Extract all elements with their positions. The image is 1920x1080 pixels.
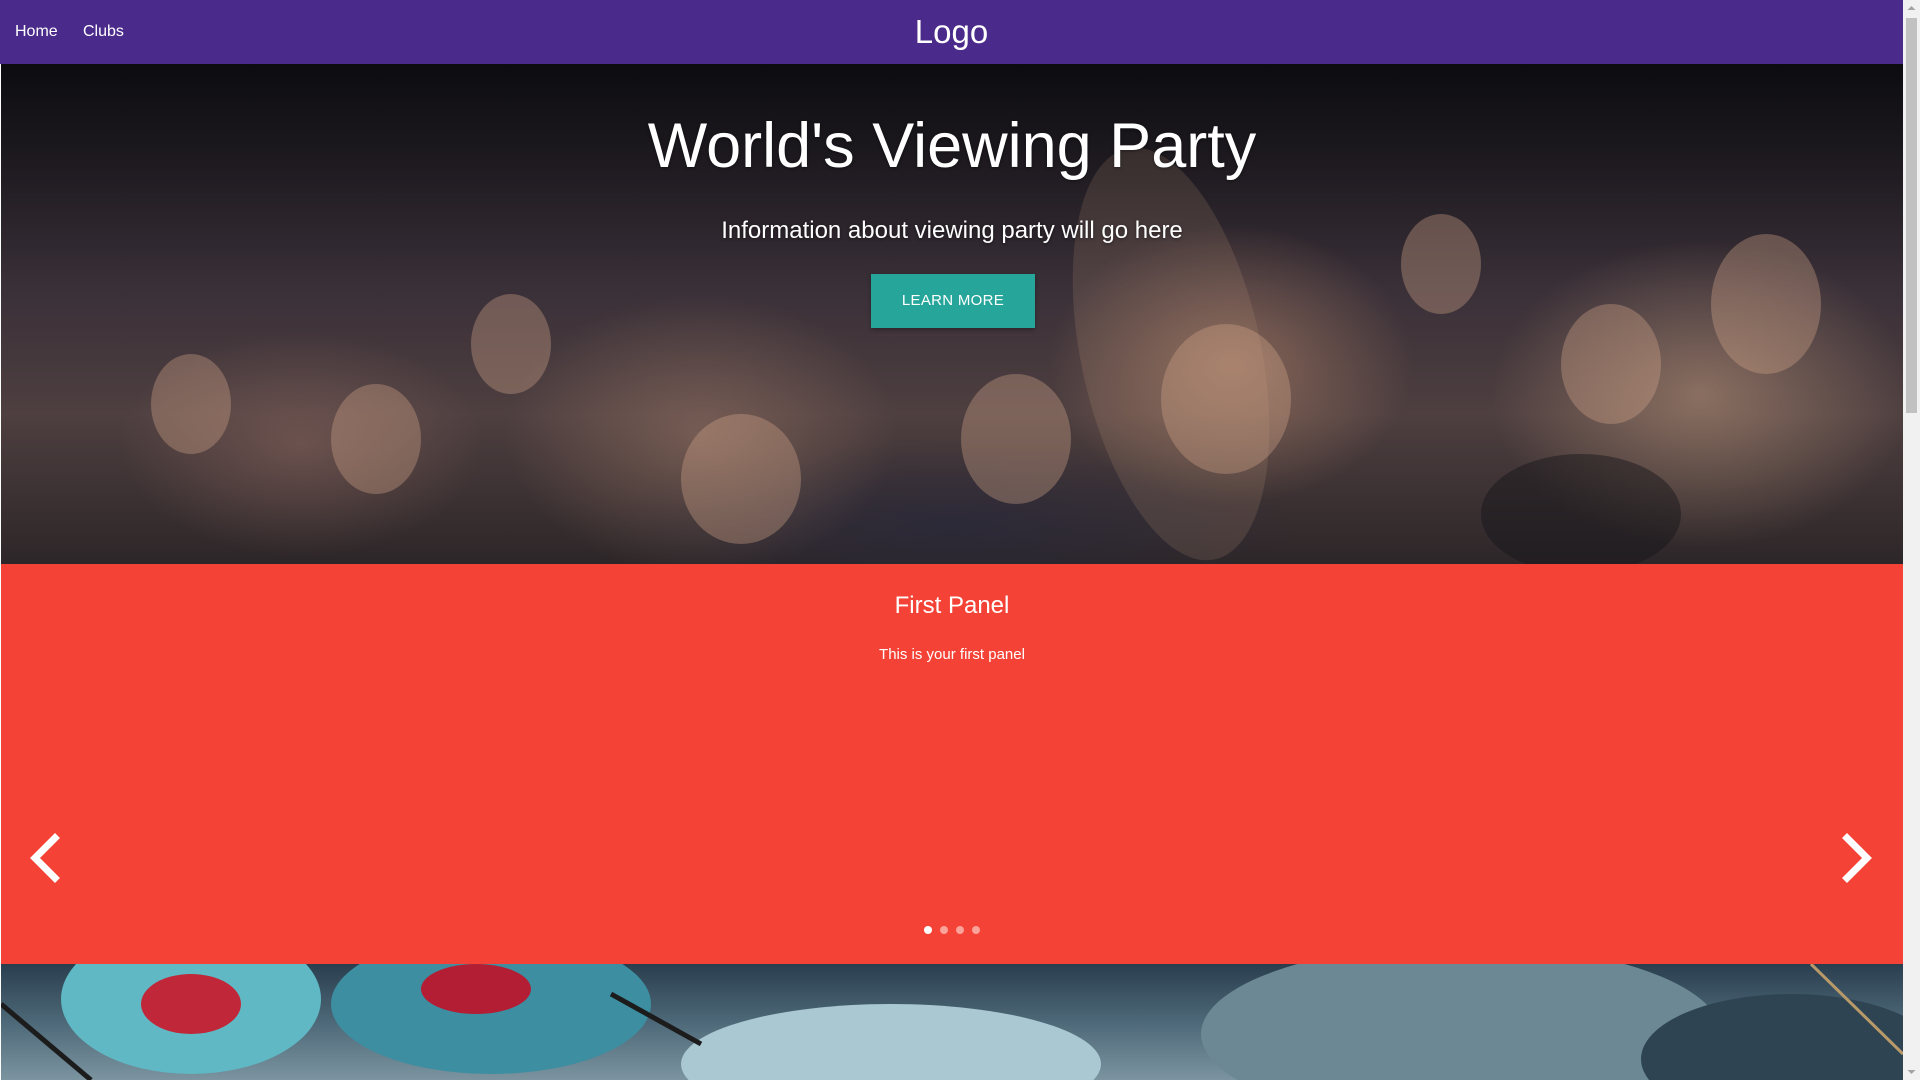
scrollbar-thumb[interactable] (1906, 18, 1917, 413)
crowd-face (1161, 324, 1291, 474)
carousel-dot[interactable] (924, 926, 932, 934)
hero-title: World's Viewing Party (647, 111, 1257, 181)
illustration-lines (1, 964, 1903, 1080)
nav-link-clubs[interactable]: Clubs (83, 0, 124, 64)
carousel-dot[interactable] (972, 926, 980, 934)
crowd-face (471, 294, 551, 394)
logo[interactable]: Logo (0, 0, 1903, 64)
scroll-down-arrow-icon[interactable] (1903, 1063, 1920, 1080)
page: Logo Home Clubs World's Viewing Party In… (0, 0, 1903, 1080)
crowd-face (1711, 234, 1821, 374)
vertical-scrollbar[interactable] (1903, 0, 1920, 1080)
crowd-face (151, 354, 231, 454)
carousel-dot[interactable] (940, 926, 948, 934)
scroll-up-arrow-icon[interactable] (1903, 0, 1920, 17)
hero-banner: World's Viewing Party Information about … (1, 64, 1903, 564)
crowd-face (1561, 304, 1661, 424)
crowd-face (1481, 454, 1681, 564)
carousel-indicators (1, 926, 1903, 934)
crowd-face (681, 414, 801, 544)
top-navbar: Logo Home Clubs (0, 0, 1903, 64)
carousel: First Panel This is your first panel (1, 564, 1903, 964)
carousel-dot[interactable] (956, 926, 964, 934)
crowd-face (961, 374, 1071, 504)
chevron-right-icon[interactable] (1831, 828, 1881, 888)
parallax-image (1, 964, 1903, 1080)
learn-more-button[interactable]: LEARN MORE (871, 274, 1035, 328)
panel-text: This is your first panel (879, 646, 1025, 663)
chevron-left-icon[interactable] (21, 828, 71, 888)
crowd-face (331, 384, 421, 494)
hero-subtitle: Information about viewing party will go … (721, 217, 1183, 244)
panel-title: First Panel (894, 592, 1010, 619)
nav-link-home[interactable]: Home (15, 0, 58, 64)
